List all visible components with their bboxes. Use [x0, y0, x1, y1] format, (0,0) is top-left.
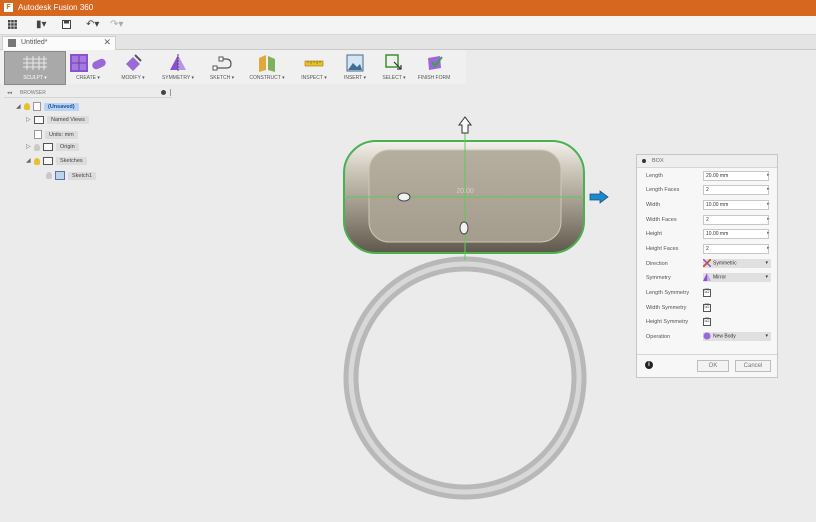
chevron-down-icon: ▾ — [765, 333, 768, 339]
height-arrow-icon[interactable] — [458, 116, 472, 134]
ok-button[interactable]: OK — [697, 360, 729, 372]
operation-select[interactable]: New Body ▾ — [703, 332, 771, 341]
height-input[interactable]: 10.00 mm — [703, 229, 769, 239]
dropdown-arrow-icon[interactable]: ▸ — [767, 186, 770, 192]
length-symmetry-label: Length Symmetry — [646, 290, 690, 296]
dialog-header[interactable]: BOX — [637, 155, 777, 168]
chevron-down-icon: ▾ — [765, 274, 768, 280]
dimension-label: 20.00 — [456, 188, 474, 195]
height-symmetry-row: Height Symmetry ☑ — [637, 315, 777, 329]
length-symmetry-row: Length Symmetry ☑ — [637, 286, 777, 300]
height-faces-label: Height Faces — [646, 246, 679, 252]
width-input[interactable]: 10.00 mm — [703, 200, 769, 210]
direction-select[interactable]: Symmetric ▾ — [703, 259, 771, 268]
length-row: Length 20.00 mm ▸ — [637, 169, 777, 183]
symmetry-value: Mirror — [713, 274, 727, 281]
new-body-icon — [703, 332, 711, 340]
info-icon[interactable]: i — [645, 361, 653, 369]
operation-label: Operation — [646, 334, 671, 340]
width-row: Width 10.00 mm ▸ — [637, 198, 777, 212]
length-faces-input[interactable]: 2 — [703, 185, 769, 195]
width-symmetry-checkbox[interactable]: ☑ — [703, 304, 711, 312]
width-symmetry-row: Width Symmetry ☑ — [637, 301, 777, 315]
dropdown-arrow-icon[interactable]: ▸ — [767, 245, 770, 251]
symmetric-direction-icon — [703, 259, 711, 267]
width-faces-input[interactable]: 2 — [703, 215, 769, 225]
operation-value: New Body — [713, 333, 736, 340]
height-symmetry-label: Height Symmetry — [646, 319, 689, 325]
height-faces-row: Height Faces 2 ▸ — [637, 242, 777, 256]
dialog-footer: i OK Cancel — [637, 356, 777, 376]
symmetry-label: Symmetry — [646, 275, 671, 281]
length-symmetry-checkbox[interactable]: ☑ — [703, 289, 711, 297]
direction-label: Direction — [646, 261, 668, 267]
width-faces-row: Width Faces 2 ▸ — [637, 213, 777, 227]
width-faces-label: Width Faces — [646, 217, 677, 223]
width-symmetry-label: Width Symmetry — [646, 305, 687, 311]
mirror-icon — [703, 273, 711, 281]
height-symmetry-checkbox[interactable]: ☑ — [703, 318, 711, 326]
dialog-title: BOX — [652, 158, 664, 164]
length-faces-label: Length Faces — [646, 187, 680, 193]
length-faces-row: Length Faces 2 ▸ — [637, 183, 777, 197]
symmetry-row: Symmetry Mirror ▾ — [637, 271, 777, 285]
length-arrow-icon[interactable] — [589, 190, 609, 204]
dialog-divider — [637, 354, 777, 355]
dropdown-arrow-icon[interactable]: ▸ — [767, 201, 770, 207]
length-input[interactable]: 20.00 mm — [703, 171, 769, 181]
direction-row: Direction Symmetric ▾ — [637, 257, 777, 271]
length-handle-icon[interactable] — [397, 192, 411, 202]
dropdown-arrow-icon[interactable]: ▸ — [767, 230, 770, 236]
chevron-down-icon: ▾ — [765, 260, 768, 266]
height-faces-input[interactable]: 2 — [703, 244, 769, 254]
ring-highlight — [348, 261, 582, 495]
height-row: Height 10.00 mm ▸ — [637, 227, 777, 241]
height-label: Height — [646, 231, 662, 237]
dropdown-arrow-icon[interactable]: ▸ — [767, 216, 770, 222]
length-label: Length — [646, 173, 663, 179]
dialog-pin-icon[interactable] — [642, 159, 646, 163]
box-command-dialog: BOX Length 20.00 mm ▸ Length Faces 2 ▸ W… — [636, 154, 778, 378]
width-label: Width — [646, 202, 661, 208]
symmetry-select[interactable]: Mirror ▾ — [703, 273, 771, 282]
operation-row: Operation New Body ▾ — [637, 330, 777, 344]
direction-value: Symmetric — [713, 260, 737, 267]
cancel-button[interactable]: Cancel — [735, 360, 771, 372]
width-handle-icon[interactable] — [459, 221, 469, 235]
dropdown-arrow-icon[interactable]: ▸ — [767, 172, 770, 178]
